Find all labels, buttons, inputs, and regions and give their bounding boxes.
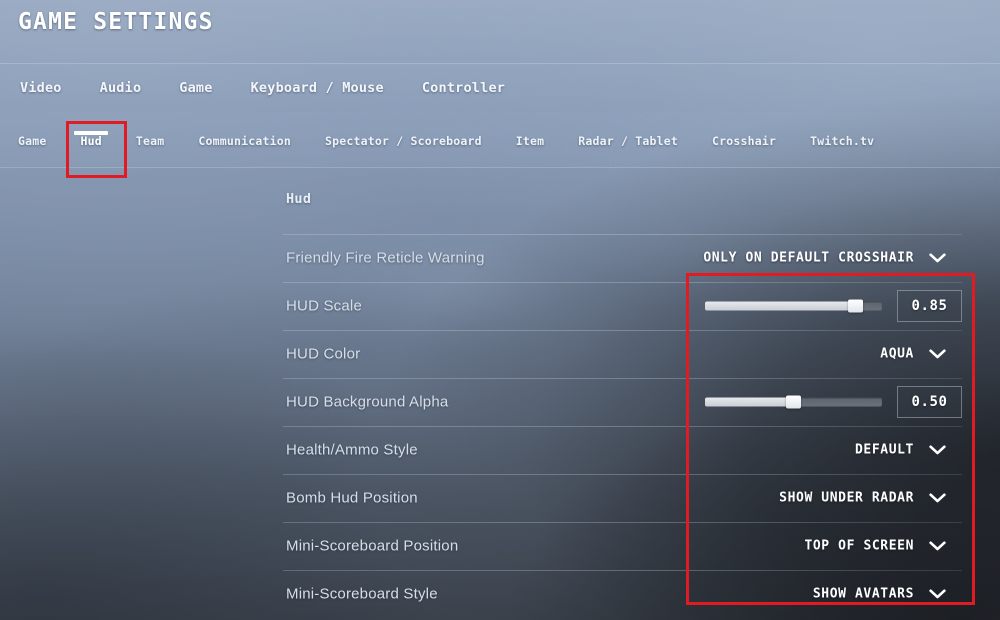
row-separator <box>283 474 962 475</box>
dropdown-friendly-fire-reticle-warning[interactable]: ONLY ON DEFAULT CROSSHAIR <box>703 251 914 266</box>
setting-row-mini-scoreboard-position: Mini-Scoreboard Position TOP OF SCREEN <box>283 522 962 570</box>
setting-row-friendly-fire-reticle-warning: Friendly Fire Reticle Warning ONLY ON DEF… <box>283 234 962 282</box>
setting-label: Bomb Hud Position <box>286 489 418 507</box>
slider-value-field-hud-background-alpha[interactable]: 0.50 <box>897 386 962 418</box>
slider-hud-background-alpha[interactable] <box>705 395 882 409</box>
dropdown-mini-scoreboard-style[interactable]: SHOW AVATARS <box>813 587 914 602</box>
setting-label: Mini-Scoreboard Style <box>286 585 438 603</box>
slider-knob[interactable] <box>847 299 863 313</box>
slider-value-text: 0.85 <box>911 298 948 314</box>
setting-row-bomb-hud-position: Bomb Hud Position SHOW UNDER RADAR <box>283 474 962 522</box>
row-separator <box>283 522 962 523</box>
slider-value-field-hud-scale[interactable]: 0.85 <box>897 290 962 322</box>
setting-label: HUD Background Alpha <box>286 393 449 411</box>
setting-label: HUD Scale <box>286 297 362 315</box>
chevron-down-icon[interactable] <box>929 349 946 360</box>
chevron-down-icon[interactable] <box>929 493 946 504</box>
slider-fill <box>705 301 856 311</box>
setting-label: Friendly Fire Reticle Warning <box>286 249 485 267</box>
dropdown-health-ammo-style[interactable]: DEFAULT <box>855 443 914 458</box>
dropdown-mini-scoreboard-position[interactable]: TOP OF SCREEN <box>804 539 914 554</box>
settings-list: Friendly Fire Reticle Warning ONLY ON DEF… <box>0 0 1000 620</box>
chevron-down-icon[interactable] <box>929 541 946 552</box>
row-separator <box>283 282 962 283</box>
slider-hud-scale[interactable] <box>705 299 882 313</box>
row-separator <box>283 378 962 379</box>
game-settings-screen: GAME SETTINGS Video Audio Game Keyboard / M… <box>0 0 1000 620</box>
setting-row-hud-background-alpha: HUD Background Alpha 0.50 <box>283 378 962 426</box>
chevron-down-icon[interactable] <box>929 445 946 456</box>
row-separator <box>283 570 962 571</box>
chevron-down-icon[interactable] <box>929 589 946 600</box>
row-separator <box>283 234 962 235</box>
row-separator <box>283 330 962 331</box>
setting-row-mini-scoreboard-style: Mini-Scoreboard Style SHOW AVATARS <box>283 570 962 618</box>
row-separator <box>283 426 962 427</box>
setting-row-health-ammo-style: Health/Ammo Style DEFAULT <box>283 426 962 474</box>
setting-label: Health/Ammo Style <box>286 441 418 459</box>
dropdown-bomb-hud-position[interactable]: SHOW UNDER RADAR <box>779 491 914 506</box>
setting-label: HUD Color <box>286 345 361 363</box>
slider-knob[interactable] <box>786 395 801 409</box>
chevron-down-icon[interactable] <box>929 253 946 264</box>
slider-fill <box>705 397 794 407</box>
dropdown-hud-color[interactable]: AQUA <box>880 347 914 362</box>
setting-label: Mini-Scoreboard Position <box>286 537 459 555</box>
slider-value-text: 0.50 <box>911 394 948 410</box>
setting-row-hud-scale: HUD Scale 0.85 <box>283 282 962 330</box>
setting-row-hud-color: HUD Color AQUA <box>283 330 962 378</box>
